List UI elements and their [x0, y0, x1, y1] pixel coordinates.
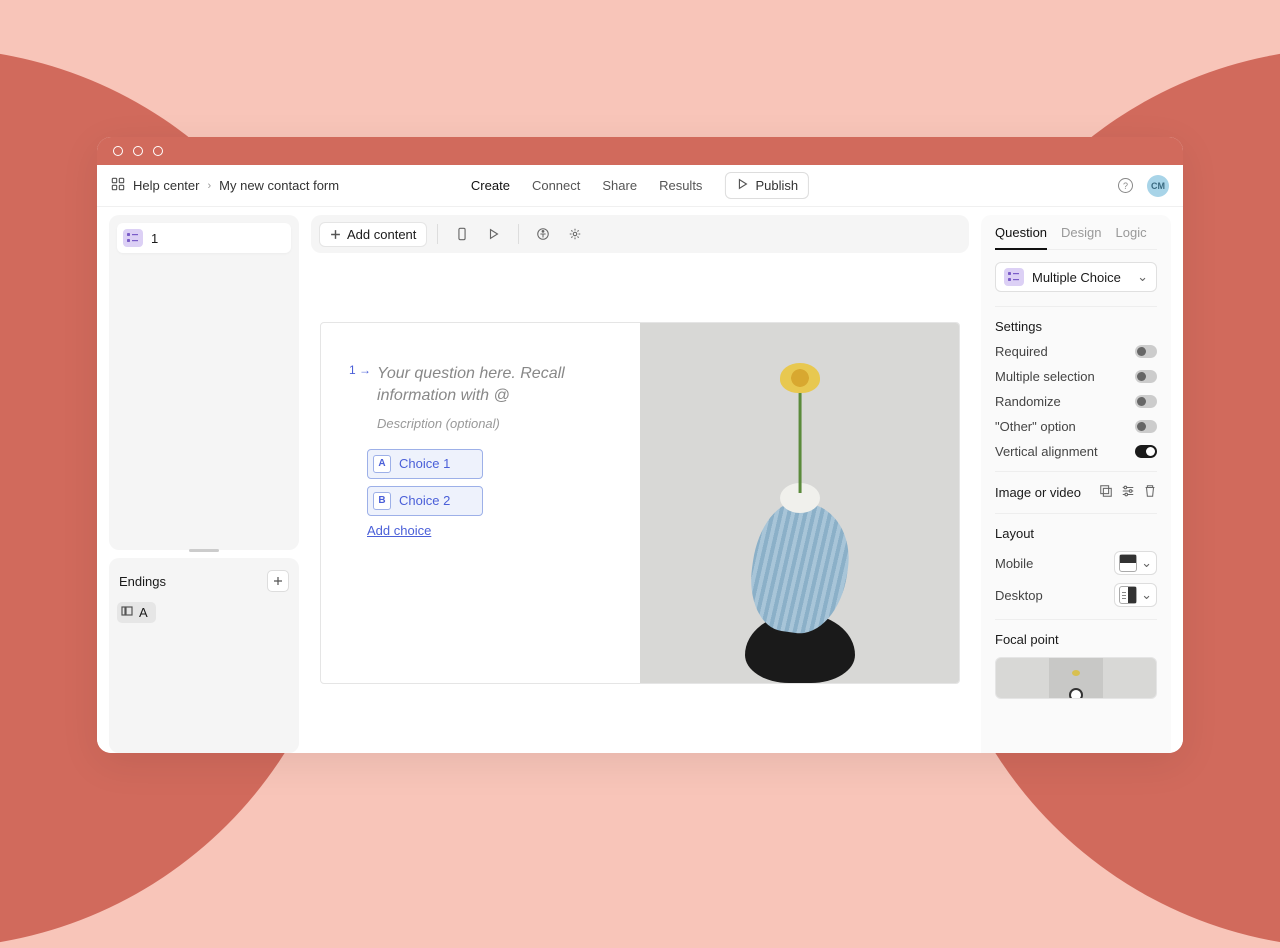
tab-design[interactable]: Design	[1061, 225, 1101, 249]
workspace: 1 Endings A	[97, 207, 1183, 753]
top-right: ? CM	[1118, 175, 1169, 197]
nav-create[interactable]: Create	[471, 178, 510, 193]
ending-card[interactable]: A	[117, 602, 156, 623]
breadcrumb: Help center › My new contact form	[111, 177, 339, 194]
image-section-title: Image or video	[995, 485, 1081, 500]
window-title-bar	[97, 137, 1183, 165]
nav-share[interactable]: Share	[602, 178, 637, 193]
accessibility-icon[interactable]	[529, 220, 557, 248]
chevron-down-icon: ⌄	[1137, 269, 1148, 285]
add-content-button[interactable]: Add content	[319, 222, 427, 247]
add-content-label: Add content	[347, 227, 416, 242]
setting-vertical-alignment: Vertical alignment	[995, 444, 1157, 459]
top-bar: Help center › My new contact form Create…	[97, 165, 1183, 207]
setting-other-option: "Other" option	[995, 419, 1157, 434]
choice-key: A	[373, 455, 391, 473]
breadcrumb-form-name[interactable]: My new contact form	[219, 178, 339, 193]
question-index: 1	[349, 363, 371, 445]
form-content: 1 Your question here. Recall information…	[321, 323, 640, 683]
filters-icon[interactable]	[1121, 484, 1135, 501]
center-panel: Add content	[311, 215, 969, 753]
window-minimize-dot[interactable]	[133, 146, 143, 156]
nav-results[interactable]: Results	[659, 178, 702, 193]
publish-play-icon	[735, 177, 749, 194]
toggle-required[interactable]	[1135, 345, 1157, 358]
ending-icon	[121, 605, 133, 620]
toggle-vertical-alignment[interactable]	[1135, 445, 1157, 458]
help-icon[interactable]: ?	[1118, 178, 1133, 193]
settings-gear-icon[interactable]	[561, 220, 589, 248]
mobile-preview-icon[interactable]	[448, 220, 476, 248]
choice-option[interactable]: B Choice 2	[367, 486, 483, 516]
multiple-choice-icon	[123, 229, 143, 247]
avatar[interactable]: CM	[1147, 175, 1169, 197]
delete-image-icon[interactable]	[1143, 484, 1157, 501]
right-panel: Question Design Logic Multiple Choice ⌄	[981, 215, 1171, 753]
tab-question[interactable]: Question	[995, 225, 1047, 250]
nav-connect[interactable]: Connect	[532, 178, 580, 193]
choice-option[interactable]: A Choice 1	[367, 449, 483, 479]
endings-panel: Endings A	[109, 558, 299, 753]
setting-required: Required	[995, 344, 1157, 359]
focal-point-preview[interactable]	[995, 657, 1157, 699]
question-card[interactable]: 1	[117, 223, 291, 253]
layout-mobile-label: Mobile	[995, 556, 1033, 571]
publish-label: Publish	[755, 178, 798, 193]
top-nav: Create Connect Share Results Publish	[471, 172, 809, 199]
workspace-icon	[111, 177, 125, 194]
canvas-toolbar: Add content	[311, 215, 969, 253]
canvas-area: 1 Your question here. Recall information…	[311, 253, 969, 753]
window-close-dot[interactable]	[113, 146, 123, 156]
breadcrumb-workspace[interactable]: Help center	[133, 178, 199, 193]
window-maximize-dot[interactable]	[153, 146, 163, 156]
image-or-video-row: Image or video	[995, 484, 1157, 501]
chevron-down-icon: ⌄	[1141, 587, 1152, 603]
questions-panel: 1	[109, 215, 299, 550]
question-number: 1	[151, 231, 158, 246]
setting-multiple-selection: Multiple selection	[995, 369, 1157, 384]
layout-title: Layout	[995, 526, 1157, 541]
layout-mobile-row: Mobile ⌄	[995, 551, 1157, 575]
form-preview: 1 Your question here. Recall information…	[320, 322, 960, 684]
chevron-right-icon: ›	[207, 180, 211, 192]
question-type-label: Multiple Choice	[1032, 270, 1121, 285]
preview-play-icon[interactable]	[480, 220, 508, 248]
form-image[interactable]	[640, 323, 959, 683]
tab-logic[interactable]: Logic	[1116, 225, 1147, 249]
choice-label: Choice 1	[399, 456, 450, 471]
layout-desktop-row: Desktop ⌄	[995, 583, 1157, 607]
setting-label: "Other" option	[995, 419, 1076, 434]
toggle-multiple-selection[interactable]	[1135, 370, 1157, 383]
focal-point-title: Focal point	[995, 632, 1157, 647]
description-input[interactable]: Description (optional)	[377, 416, 622, 431]
layout-desktop-picker[interactable]: ⌄	[1114, 583, 1157, 607]
panel-resize-handle[interactable]	[189, 549, 219, 552]
publish-button[interactable]: Publish	[724, 172, 809, 199]
chevron-down-icon: ⌄	[1141, 555, 1152, 571]
multiple-choice-icon	[1004, 268, 1024, 286]
setting-randomize: Randomize	[995, 394, 1157, 409]
toggle-other-option[interactable]	[1135, 420, 1157, 433]
choice-label: Choice 2	[399, 493, 450, 508]
app-window: Help center › My new contact form Create…	[97, 137, 1183, 753]
setting-label: Vertical alignment	[995, 444, 1098, 459]
right-panel-tabs: Question Design Logic	[995, 225, 1157, 250]
toggle-randomize[interactable]	[1135, 395, 1157, 408]
ending-label: A	[139, 605, 148, 620]
add-ending-button[interactable]	[267, 570, 289, 592]
setting-label: Randomize	[995, 394, 1061, 409]
setting-label: Multiple selection	[995, 369, 1095, 384]
layout-desktop-label: Desktop	[995, 588, 1043, 603]
endings-title: Endings	[119, 574, 166, 589]
settings-title: Settings	[995, 319, 1157, 334]
choice-key: B	[373, 492, 391, 510]
question-input[interactable]: Your question here. Recall information w…	[377, 363, 622, 408]
edit-image-icon[interactable]	[1099, 484, 1113, 501]
question-type-select[interactable]: Multiple Choice ⌄	[995, 262, 1157, 292]
layout-mobile-picker[interactable]: ⌄	[1114, 551, 1157, 575]
add-choice-button[interactable]: Add choice	[367, 523, 622, 538]
setting-label: Required	[995, 344, 1048, 359]
left-panel: 1 Endings A	[109, 215, 299, 753]
